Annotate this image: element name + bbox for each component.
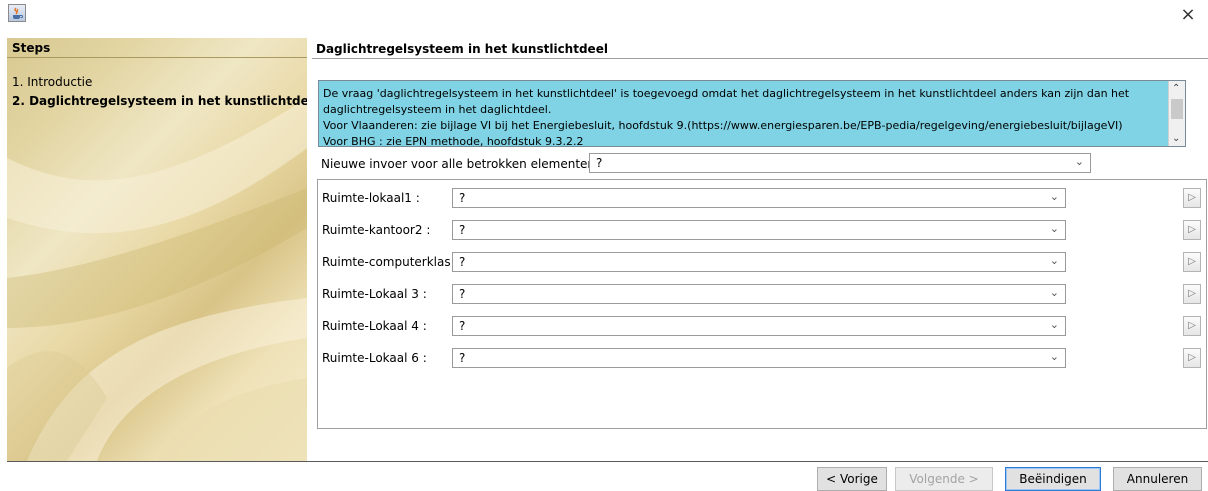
info-line: De vraag 'daglichtregelsysteem in het ku…: [323, 87, 1130, 100]
row-label-lokaal1: Ruimte-lokaal1 :: [322, 191, 420, 205]
dropdown-value: ?: [459, 255, 466, 269]
next-button[interactable]: Volgende >: [895, 467, 993, 491]
close-button[interactable]: ×: [1174, 2, 1202, 28]
expand-button[interactable]: ▷: [1183, 348, 1201, 368]
room-dropdown-lokaal4[interactable]: ? ⌄: [452, 316, 1066, 336]
play-arrow-icon: ▷: [1188, 224, 1196, 235]
footer-divider: [7, 461, 1208, 462]
info-line: Voor BHG : zie EPN methode, hoofdstuk 9.…: [323, 135, 584, 147]
info-line: Voor Vlaanderen: zie bijlage VI bij het …: [323, 119, 1123, 132]
java-coffee-icon[interactable]: [8, 4, 26, 22]
steps-panel: Steps 1. Introductie 2. Daglichtregelsys…: [7, 38, 307, 461]
row-label-lokaal3: Ruimte-Lokaal 3 :: [322, 287, 427, 301]
row-label-lokaal4: Ruimte-Lokaal 4 :: [322, 319, 427, 333]
title-divider: [312, 58, 1208, 59]
steps-list: 1. Introductie 2. Daglichtregelsysteem i…: [12, 73, 307, 111]
dropdown-value: ?: [459, 351, 466, 365]
cancel-button[interactable]: Annuleren: [1113, 467, 1202, 491]
row-label-computerklas: Ruimte-computerklas :: [322, 255, 459, 269]
expand-button[interactable]: ▷: [1183, 316, 1201, 336]
new-input-dropdown[interactable]: ? ⌄: [589, 153, 1091, 173]
dropdown-value: ?: [459, 319, 466, 333]
scroll-up-icon[interactable]: ⌃: [1172, 83, 1180, 94]
room-dropdown-computerklas[interactable]: ? ⌄: [452, 252, 1066, 272]
chevron-down-icon: ⌄: [1049, 190, 1059, 203]
info-line: daglichtregelsysteem in het daglichtdeel…: [323, 103, 552, 116]
scroll-down-icon[interactable]: ⌄: [1172, 133, 1180, 144]
row-label-kantoor2: Ruimte-kantoor2 :: [322, 223, 431, 237]
info-text: De vraag 'daglichtregelsysteem in het ku…: [323, 86, 1163, 147]
dropdown-value: ?: [459, 287, 466, 301]
room-dropdown-lokaal1[interactable]: ? ⌄: [452, 188, 1066, 208]
chevron-down-icon: ⌄: [1049, 318, 1059, 331]
step-introductie: 1. Introductie: [12, 75, 93, 89]
title-bar: ×: [0, 0, 1208, 30]
play-arrow-icon: ▷: [1188, 192, 1196, 203]
room-list-panel: [317, 179, 1207, 429]
chevron-down-icon: ⌄: [1074, 155, 1084, 168]
dropdown-value: ?: [459, 191, 466, 205]
play-arrow-icon: ▷: [1188, 288, 1196, 299]
expand-button[interactable]: ▷: [1183, 220, 1201, 240]
page-title: Daglichtregelsysteem in het kunstlichtde…: [316, 42, 608, 56]
info-scrollbar[interactable]: ⌃ ⌄: [1168, 81, 1185, 146]
step-daglichtregelsysteem: 2. Daglichtregelsysteem in het kunstlich…: [12, 94, 307, 108]
room-dropdown-kantoor2[interactable]: ? ⌄: [452, 220, 1066, 240]
dropdown-value: ?: [459, 223, 466, 237]
room-dropdown-lokaal6[interactable]: ? ⌄: [452, 348, 1066, 368]
room-dropdown-lokaal3[interactable]: ? ⌄: [452, 284, 1066, 304]
row-label-lokaal6: Ruimte-Lokaal 6 :: [322, 351, 427, 365]
previous-button[interactable]: < Vorige: [817, 467, 887, 491]
new-input-label: Nieuwe invoer voor alle betrokken elemen…: [321, 157, 603, 171]
expand-button[interactable]: ▷: [1183, 252, 1201, 272]
expand-button[interactable]: ▷: [1183, 284, 1201, 304]
play-arrow-icon: ▷: [1188, 352, 1196, 363]
steps-header: Steps: [7, 38, 307, 58]
dropdown-value: ?: [596, 156, 603, 170]
chevron-down-icon: ⌄: [1049, 286, 1059, 299]
expand-button[interactable]: ▷: [1183, 188, 1201, 208]
chevron-down-icon: ⌄: [1049, 254, 1059, 267]
close-icon: ×: [1180, 4, 1196, 25]
chevron-down-icon: ⌄: [1049, 222, 1059, 235]
scroll-thumb[interactable]: [1171, 99, 1183, 119]
info-text-area[interactable]: De vraag 'daglichtregelsysteem in het ku…: [318, 80, 1186, 147]
finish-button[interactable]: Beëindigen: [1005, 467, 1101, 491]
chevron-down-icon: ⌄: [1049, 350, 1059, 363]
play-arrow-icon: ▷: [1188, 256, 1196, 267]
play-arrow-icon: ▷: [1188, 320, 1196, 331]
